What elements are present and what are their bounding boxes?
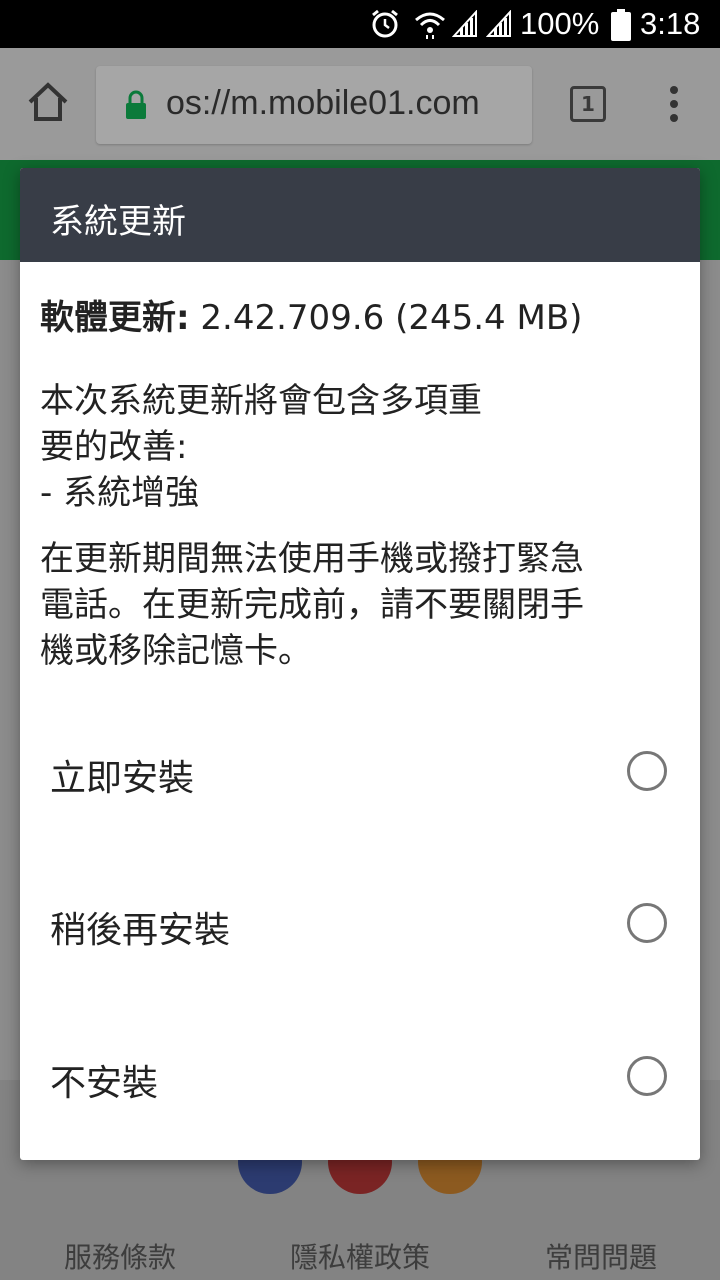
dialog-title: 系統更新 xyxy=(50,202,186,242)
option-label: 不安裝 xyxy=(50,1063,159,1104)
warning-line: 電話。在更新完成前，請不要關閉手 xyxy=(40,585,584,625)
clock: 3:18 xyxy=(640,6,701,41)
dialog-header: 系統更新 xyxy=(20,168,700,262)
software-version: 軟體更新: 2.42.709.6 (245.4 MB) xyxy=(40,290,582,339)
radio-button[interactable] xyxy=(627,1056,667,1096)
footer-link-faq[interactable]: 常問問題 xyxy=(545,1236,657,1276)
lock-icon xyxy=(126,90,146,119)
radio-button[interactable] xyxy=(627,903,667,943)
version-value: 2.42.709.6 (245.4 MB) xyxy=(189,298,583,338)
option-install-later[interactable]: 稍後再安裝 xyxy=(20,858,700,988)
option-label: 立即安裝 xyxy=(50,758,195,799)
signal-icon xyxy=(452,10,477,37)
signal-icon xyxy=(486,10,511,37)
status-bar: 100% 3:18 xyxy=(0,0,720,48)
warning-line: 在更新期間無法使用手機或撥打緊急 xyxy=(40,539,584,579)
tab-switcher-icon[interactable]: 1 xyxy=(570,86,606,122)
version-label: 軟體更新: xyxy=(40,298,190,338)
improvements-line: 本次系統更新將會包含多項重 xyxy=(40,381,482,421)
wifi-icon xyxy=(415,12,445,39)
footer-link-privacy[interactable]: 隱私權政策 xyxy=(290,1236,430,1276)
option-do-not-install[interactable]: 不安裝 xyxy=(20,1011,700,1141)
battery-icon xyxy=(611,9,631,41)
url-text: os://m.mobile01.com xyxy=(166,84,480,122)
improvements-line: - 系統增強 xyxy=(40,473,200,513)
address-bar[interactable]: os://m.mobile01.com xyxy=(96,66,532,144)
browser-toolbar: os://m.mobile01.com 1 xyxy=(0,48,720,160)
improvements-text: 本次系統更新將會包含多項重 要的改善: - 系統增強 xyxy=(40,378,482,516)
home-icon[interactable] xyxy=(26,80,70,124)
battery-percentage: 100% xyxy=(520,6,600,41)
more-vert-icon[interactable] xyxy=(662,84,686,124)
option-install-now[interactable]: 立即安裝 xyxy=(20,706,700,836)
footer-link-terms[interactable]: 服務條款 xyxy=(64,1236,176,1276)
warning-line: 機或移除記憶卡。 xyxy=(40,631,312,671)
alarm-icon xyxy=(372,9,398,38)
system-update-dialog: 系統更新 軟體更新: 2.42.709.6 (245.4 MB) 本次系統更新將… xyxy=(20,168,700,1160)
warning-text: 在更新期間無法使用手機或撥打緊急 電話。在更新完成前，請不要關閉手 機或移除記憶… xyxy=(40,536,584,674)
radio-button[interactable] xyxy=(627,751,667,791)
improvements-line: 要的改善: xyxy=(40,427,188,467)
option-label: 稍後再安裝 xyxy=(50,910,231,951)
